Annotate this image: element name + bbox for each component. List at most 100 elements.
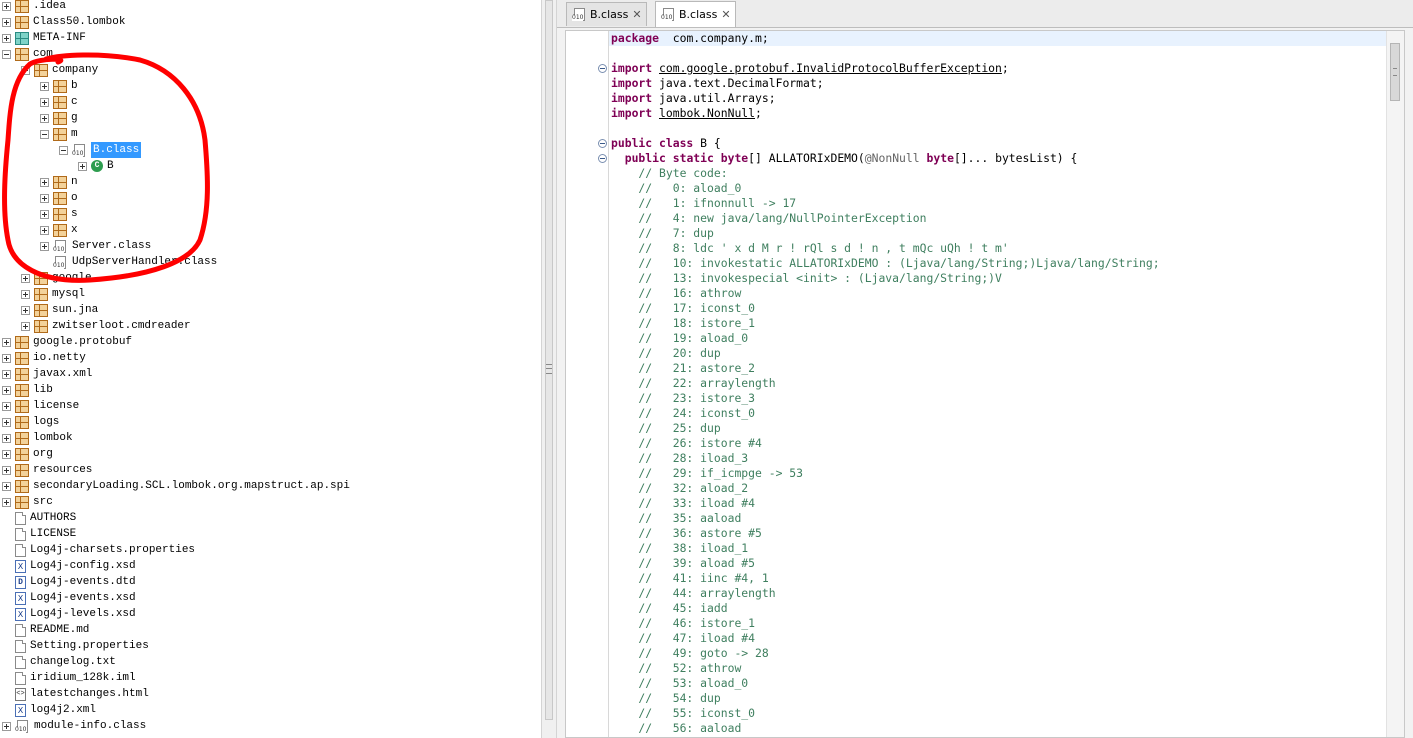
- editor-tab-1[interactable]: B.class✕: [566, 2, 647, 26]
- tree-item-io-netty[interactable]: io.netty: [2, 350, 86, 366]
- collapse-icon[interactable]: [40, 129, 49, 139]
- expand-icon[interactable]: [40, 209, 49, 219]
- expand-icon[interactable]: [40, 113, 49, 123]
- tree-item-meta-inf[interactable]: META-INF: [2, 30, 86, 46]
- expand-icon[interactable]: [2, 385, 11, 395]
- tree-item-resources[interactable]: resources: [2, 462, 92, 478]
- code-token: // 22: arraylength: [611, 376, 776, 390]
- editor-tab-2[interactable]: B.class✕: [655, 1, 736, 27]
- expand-icon[interactable]: [2, 481, 11, 491]
- tree-item-license[interactable]: license: [2, 398, 79, 414]
- fold-toggle-icon[interactable]: [598, 64, 607, 73]
- expand-icon[interactable]: [2, 497, 11, 507]
- expand-icon[interactable]: [2, 433, 11, 443]
- expand-icon[interactable]: [40, 97, 49, 107]
- expand-icon[interactable]: [78, 161, 87, 171]
- tree-item-license[interactable]: LICENSE: [2, 526, 76, 542]
- tree-item-log4j-config-xsd[interactable]: X Log4j-config.xsd: [2, 558, 136, 574]
- tree-item-authors[interactable]: AUTHORS: [2, 510, 76, 526]
- tree-item-module-info-class[interactable]: module-info.class: [2, 718, 146, 734]
- tree-item-setting-properties[interactable]: Setting.properties: [2, 638, 149, 654]
- expand-icon[interactable]: [2, 337, 11, 347]
- tree-item-latestchanges-html[interactable]: <> latestchanges.html: [2, 686, 149, 702]
- collapse-icon[interactable]: [21, 65, 30, 75]
- package-explorer-tree[interactable]: .idea Class50.lombok META-INF com company b c g…: [0, 0, 541, 738]
- tree-item-com[interactable]: com: [2, 46, 53, 62]
- tree-scrollbar-thumb[interactable]: [545, 0, 553, 720]
- tree-item-c[interactable]: c: [40, 94, 78, 110]
- tree-item-label: UdpServerHandler.class: [72, 256, 218, 268]
- expand-icon[interactable]: [40, 81, 49, 91]
- expand-icon[interactable]: [21, 273, 30, 283]
- tree-item-b-class[interactable]: B.class: [59, 142, 142, 158]
- code-editor[interactable]: package com.company.m; import com.google.…: [565, 30, 1405, 738]
- tree-item-secondaryloading-scl-lombok-org-mapstruct-ap-spi[interactable]: secondaryLoading.SCL.lombok.org.mapstruc…: [2, 478, 350, 494]
- tree-item-iridium-128k-iml[interactable]: iridium_128k.iml: [2, 670, 136, 686]
- tree-item-log4j2-xml[interactable]: Xlog4j2.xml: [2, 702, 96, 718]
- tree-item-readme-md[interactable]: README.md: [2, 622, 89, 638]
- tree-item-changelog-txt[interactable]: changelog.txt: [2, 654, 116, 670]
- collapse-icon[interactable]: [59, 145, 68, 155]
- close-tab-icon[interactable]: ✕: [632, 8, 641, 21]
- expand-icon[interactable]: [40, 177, 49, 187]
- expand-icon[interactable]: [21, 305, 30, 315]
- editor-scrollbar-thumb[interactable]: [1390, 43, 1400, 101]
- expand-icon[interactable]: [40, 225, 49, 235]
- close-tab-icon[interactable]: ✕: [721, 8, 730, 21]
- expand-icon[interactable]: [2, 401, 11, 411]
- tree-item-google-protobuf[interactable]: google.protobuf: [2, 334, 132, 350]
- tree-item-s[interactable]: s: [40, 206, 78, 222]
- tree-item-sun-jna[interactable]: sun.jna: [21, 302, 98, 318]
- expand-icon[interactable]: [40, 241, 49, 251]
- expand-icon[interactable]: [2, 369, 11, 379]
- expand-icon[interactable]: [21, 289, 30, 299]
- tree-item-o[interactable]: o: [40, 190, 78, 206]
- tree-item-google[interactable]: google: [21, 270, 92, 286]
- tree-item-org[interactable]: org: [2, 446, 53, 462]
- expand-icon[interactable]: [21, 321, 30, 331]
- tree-item-log4j-charsets-properties[interactable]: Log4j-charsets.properties: [2, 542, 195, 558]
- fold-toggle-icon[interactable]: [598, 139, 607, 148]
- tree-item-idea[interactable]: .idea: [2, 0, 66, 14]
- expand-icon[interactable]: [2, 33, 11, 43]
- pane-splitter[interactable]: [541, 0, 557, 738]
- tree-item-label: Setting.properties: [30, 640, 149, 652]
- expand-icon[interactable]: [2, 721, 11, 731]
- tree-item-log4j-levels-xsd[interactable]: X Log4j-levels.xsd: [2, 606, 136, 622]
- tree-item-class50-lombok[interactable]: Class50.lombok: [2, 14, 125, 30]
- tree-item-mysql[interactable]: mysql: [21, 286, 85, 302]
- tree-item-logs[interactable]: logs: [2, 414, 59, 430]
- expand-icon[interactable]: [40, 193, 49, 203]
- code-line: import java.text.DecimalFormat;: [611, 76, 824, 91]
- tree-item-g[interactable]: g: [40, 110, 78, 126]
- tree-item-m[interactable]: m: [40, 126, 78, 142]
- editor-vertical-scrollbar[interactable]: [1386, 31, 1404, 737]
- fold-toggle-icon[interactable]: [598, 154, 607, 163]
- expand-icon[interactable]: [2, 17, 11, 27]
- tree-item-lombok[interactable]: lombok: [2, 430, 73, 446]
- tree-item-lib[interactable]: lib: [2, 382, 53, 398]
- tree-item-label: b: [71, 80, 78, 92]
- expand-icon[interactable]: [2, 1, 11, 11]
- expand-icon[interactable]: [2, 353, 11, 363]
- collapse-icon[interactable]: [2, 49, 11, 59]
- package-icon: [53, 127, 67, 141]
- tree-item-udpserverhandler-class[interactable]: UdpServerHandler.class: [40, 254, 217, 270]
- tree-item-x[interactable]: x: [40, 222, 78, 238]
- tree-item-src[interactable]: src: [2, 494, 53, 510]
- tree-item-log4j-events-dtd[interactable]: D Log4j-events.dtd: [2, 574, 136, 590]
- tree-item-label: AUTHORS: [30, 512, 77, 524]
- expand-icon[interactable]: [2, 417, 11, 427]
- tree-item-server-class[interactable]: Server.class: [40, 238, 151, 254]
- tree-item-log4j-events-xsd[interactable]: X Log4j-events.xsd: [2, 590, 136, 606]
- expand-icon[interactable]: [2, 449, 11, 459]
- code-token: []... bytesList) {: [953, 151, 1078, 165]
- tree-item-zwitserloot-cmdreader[interactable]: zwitserloot.cmdreader: [21, 318, 191, 334]
- expand-icon[interactable]: [2, 465, 11, 475]
- tree-item-b[interactable]: CB: [78, 158, 114, 174]
- tree-item-b[interactable]: b: [40, 78, 78, 94]
- class-file-icon: [72, 143, 87, 157]
- tree-item-company[interactable]: company: [21, 62, 98, 78]
- tree-item-javax-xml[interactable]: javax.xml: [2, 366, 92, 382]
- tree-item-n[interactable]: n: [40, 174, 78, 190]
